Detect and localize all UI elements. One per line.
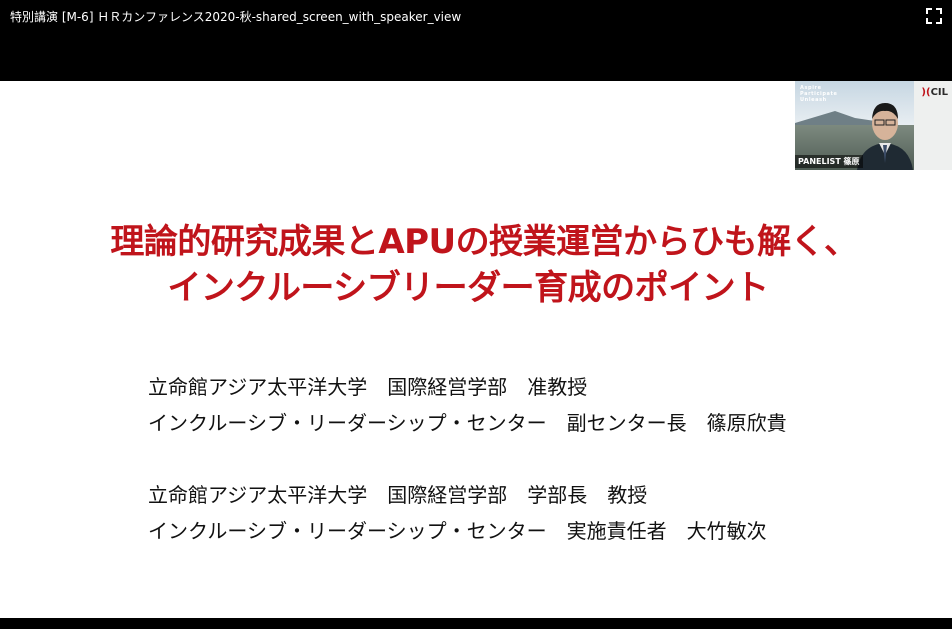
bottom-bar — [0, 618, 952, 629]
slide-title-line-1: 理論的研究成果とAPUの授業運営からひも解く、 — [110, 222, 858, 262]
banner-panel: )(CIL — [914, 81, 952, 170]
fullscreen-button[interactable] — [924, 6, 944, 26]
presenter-affiliation-1: 立命館アジア太平洋大学 国際経営学部 准教授 — [148, 375, 588, 399]
presenter-role-2: インクルーシブ・リーダーシップ・センター 実施責任者 大竹敏次 — [148, 519, 767, 543]
speaker-name-label: PANELIST 篠原 — [795, 155, 863, 168]
presenter-affiliation-2: 立命館アジア太平洋大学 国際経営学部 学部長 教授 — [148, 483, 648, 507]
cil-logo: )(CIL — [921, 87, 948, 98]
presenter-role-1: インクルーシブ・リーダーシップ・センター 副センター長 篠原欣貴 — [148, 411, 787, 435]
speaker-video-thumbnail[interactable]: )(CIL Aspire Participate Unleash PANELIS… — [795, 81, 952, 170]
tagline: Aspire Participate Unleash — [800, 85, 838, 103]
fullscreen-icon — [926, 8, 942, 24]
speaker-person — [857, 103, 913, 170]
window-titlebar: 特別講演 [M-6] ＨＲカンファレンス2020-秋-shared_screen… — [0, 0, 952, 81]
window-title: 特別講演 [M-6] ＨＲカンファレンス2020-秋-shared_screen… — [10, 10, 462, 24]
slide-title-line-2: インクルーシブリーダー育成のポイント — [167, 268, 769, 308]
